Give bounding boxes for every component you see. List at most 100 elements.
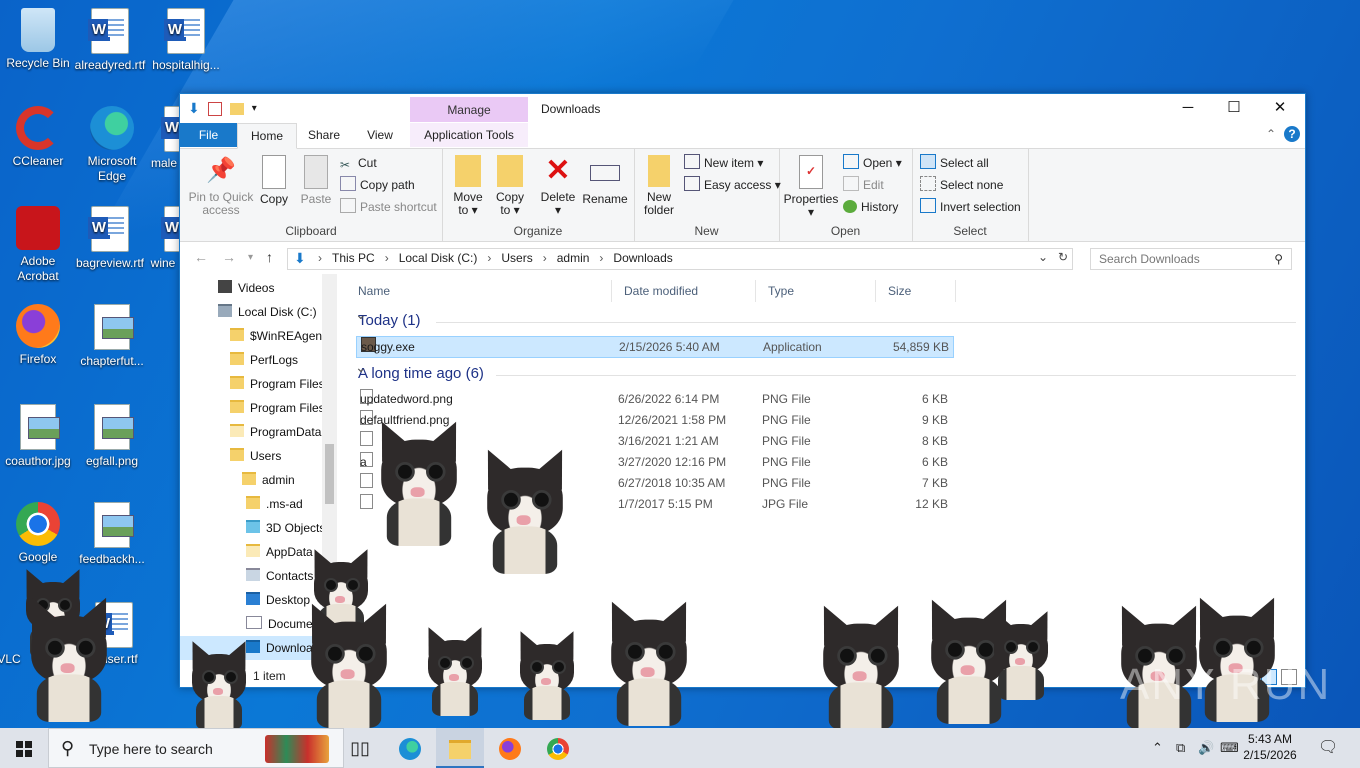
nav-item-ms-ad[interactable]: .ms-ad xyxy=(246,492,303,516)
address-bar[interactable]: ⬇ › This PC › Local Disk (C:) › Users › … xyxy=(287,248,1073,270)
show-hidden-icons-chevron-icon[interactable]: ⌃ xyxy=(1152,740,1163,756)
nav-item-programdata[interactable]: ProgramData xyxy=(230,420,321,444)
desktop-icon-ccleaner[interactable]: CCleaner xyxy=(2,106,74,169)
column-header-name[interactable]: Name xyxy=(346,280,612,302)
scrollbar-thumb[interactable] xyxy=(325,444,334,504)
nav-item-perflogs[interactable]: PerfLogs xyxy=(230,348,298,372)
properties-check-icon[interactable] xyxy=(207,101,222,116)
desktop-icon-edge[interactable]: Microsoft Edge xyxy=(76,106,148,184)
nav-item-program-files-x86[interactable]: Program Files xyxy=(230,396,325,420)
properties-icon: ✓ xyxy=(799,155,823,189)
notifications-icon[interactable]: 🗨 xyxy=(1318,737,1338,757)
maximize-button[interactable]: ☐ xyxy=(1211,94,1257,122)
desktop-icon-wine[interactable]: wine xyxy=(146,206,180,271)
breadcrumb-local-disk[interactable]: Local Disk (C:) xyxy=(399,251,478,265)
edit-button[interactable]: Edit xyxy=(843,175,884,195)
column-header-size[interactable]: Size xyxy=(876,280,956,302)
network-icon[interactable]: ⧉ xyxy=(1176,740,1185,756)
desktop-icon-firefox[interactable]: Firefox xyxy=(2,304,74,367)
invert-selection-button[interactable]: Invert selection xyxy=(920,197,1021,217)
taskbar-chrome-button[interactable] xyxy=(534,728,582,768)
column-header-date-modified[interactable]: Date modified xyxy=(612,280,756,302)
new-folder-button[interactable]: New folder xyxy=(640,155,678,217)
breadcrumb-downloads[interactable]: Downloads xyxy=(613,251,672,265)
group-header-today[interactable]: Today (1) xyxy=(355,306,421,329)
tab-view[interactable]: View xyxy=(352,123,408,147)
title-bar[interactable]: ⬇ ▾ Manage Downloads ─ ☐ ✕ xyxy=(180,94,1305,124)
desktop-icon-alreadyred[interactable]: alreadyred.rtf xyxy=(74,8,146,73)
nav-item-winreagent[interactable]: $WinREAgent xyxy=(230,324,325,348)
copy-button[interactable]: Copy xyxy=(256,155,292,206)
chevron-down-icon[interactable]: ▾ xyxy=(252,103,257,114)
minimize-button[interactable]: ─ xyxy=(1165,94,1211,122)
new-folder-icon[interactable] xyxy=(229,102,244,115)
file-row[interactable]: updatedword.png 6/26/2022 6:14 PM PNG Fi… xyxy=(356,389,952,409)
tab-application-tools[interactable]: Application Tools xyxy=(410,123,528,147)
up-arrow-icon[interactable]: ↑ xyxy=(266,249,273,265)
taskbar-file-explorer-button[interactable] xyxy=(436,728,484,768)
tab-home[interactable]: Home xyxy=(237,123,297,149)
taskbar-edge-button[interactable] xyxy=(386,728,434,768)
history-button[interactable]: History xyxy=(843,197,898,217)
select-all-button[interactable]: Select all xyxy=(920,153,989,173)
search-box[interactable]: Search Downloads ⚲ xyxy=(1090,248,1292,270)
nav-item-local-disk[interactable]: Local Disk (C:) xyxy=(218,300,317,324)
desktop-icon-egfall[interactable]: egfall.png xyxy=(76,404,148,469)
paste-button[interactable]: Paste xyxy=(298,155,334,206)
move-to-button[interactable]: Move to ▾ xyxy=(448,155,488,217)
new-item-button[interactable]: New item ▾ xyxy=(684,153,763,173)
tab-share[interactable]: Share xyxy=(298,123,350,147)
group-header-long-time-ago[interactable]: A long time ago (6) xyxy=(355,359,484,382)
volume-icon[interactable]: 🔊 xyxy=(1198,740,1214,756)
desktop-icon-feedbackh[interactable]: feedbackh... xyxy=(76,502,148,567)
start-button[interactable] xyxy=(0,728,48,768)
nav-item-appdata[interactable]: AppData xyxy=(246,540,313,564)
breadcrumb-this-pc[interactable]: This PC xyxy=(332,251,375,265)
refresh-icon[interactable]: ↻ xyxy=(1058,250,1068,264)
open-button[interactable]: Open ▾ xyxy=(843,153,902,173)
task-view-button[interactable]: ▯▯ xyxy=(336,728,384,768)
paste-shortcut-button[interactable]: Paste shortcut xyxy=(340,197,437,217)
desktop-icon-recycle-bin[interactable]: Recycle Bin xyxy=(2,8,74,71)
column-header-type[interactable]: Type xyxy=(756,280,876,302)
pin-quick-access-button[interactable]: 📌 Pin to Quick access xyxy=(186,155,256,217)
breadcrumb-users[interactable]: Users xyxy=(501,251,532,265)
help-icon[interactable]: ? xyxy=(1284,126,1300,142)
nav-item-videos[interactable]: Videos xyxy=(218,276,274,300)
desktop-icon-chapterfut[interactable]: chapterfut... xyxy=(76,304,148,369)
collapse-ribbon-icon[interactable]: ⌃ xyxy=(1266,127,1276,141)
nav-item-contacts[interactable]: Contacts xyxy=(246,564,313,588)
nav-item-3d-objects[interactable]: 3D Objects xyxy=(246,516,325,540)
copy-to-button[interactable]: Copy to ▾ xyxy=(490,155,530,217)
nav-item-users[interactable]: Users xyxy=(230,444,281,468)
breadcrumb-admin[interactable]: admin xyxy=(557,251,590,265)
rename-button[interactable]: Rename xyxy=(582,155,628,206)
select-none-button[interactable]: Select none xyxy=(920,175,1003,195)
anyrun-watermark: ANY RUN xyxy=(1120,660,1332,709)
system-clock[interactable]: 5:43 AM 2/15/2026 xyxy=(1230,731,1310,763)
close-button[interactable]: ✕ xyxy=(1257,94,1303,122)
delete-button[interactable]: ✕ Delete ▾ xyxy=(538,155,578,217)
file-row-soggy-exe[interactable]: soggy.exe 2/15/2026 5:40 AM Application … xyxy=(356,336,954,358)
back-arrow-icon[interactable]: ← xyxy=(194,249,208,265)
copy-path-button[interactable]: Copy path xyxy=(340,175,415,195)
easy-access-button[interactable]: Easy access ▾ xyxy=(684,175,781,195)
taskbar-firefox-button[interactable] xyxy=(486,728,534,768)
desktop-icon-coauthor[interactable]: coauthor.jpg xyxy=(2,404,74,469)
manage-context-tab[interactable]: Manage xyxy=(410,97,528,124)
desktop-icon-hospitalhig[interactable]: hospitalhig... xyxy=(150,8,222,73)
taskbar-search-box[interactable]: ⚲ Type here to search xyxy=(48,728,344,768)
tab-file[interactable]: File xyxy=(180,123,237,147)
recent-locations-chevron-icon[interactable]: ▾ xyxy=(248,252,253,263)
nav-item-program-files[interactable]: Program Files xyxy=(230,372,325,396)
desktop-icon-acrobat[interactable]: Adobe Acrobat xyxy=(2,206,74,284)
desktop-icon-chrome[interactable]: Google xyxy=(2,502,74,565)
address-history-chevron-icon[interactable]: ⌄ xyxy=(1038,250,1048,264)
down-arrow-icon[interactable]: ⬇ xyxy=(188,100,200,117)
desktop-icon-bagreview[interactable]: bagreview.rtf xyxy=(74,206,146,271)
nav-item-admin[interactable]: admin xyxy=(242,468,295,492)
cut-button[interactable]: ✂ Cut xyxy=(340,153,377,173)
desktop-icon-male[interactable]: male xyxy=(144,106,184,171)
properties-button[interactable]: ✓ Properties ▾ xyxy=(783,155,839,219)
forward-arrow-icon[interactable]: → xyxy=(222,249,236,265)
